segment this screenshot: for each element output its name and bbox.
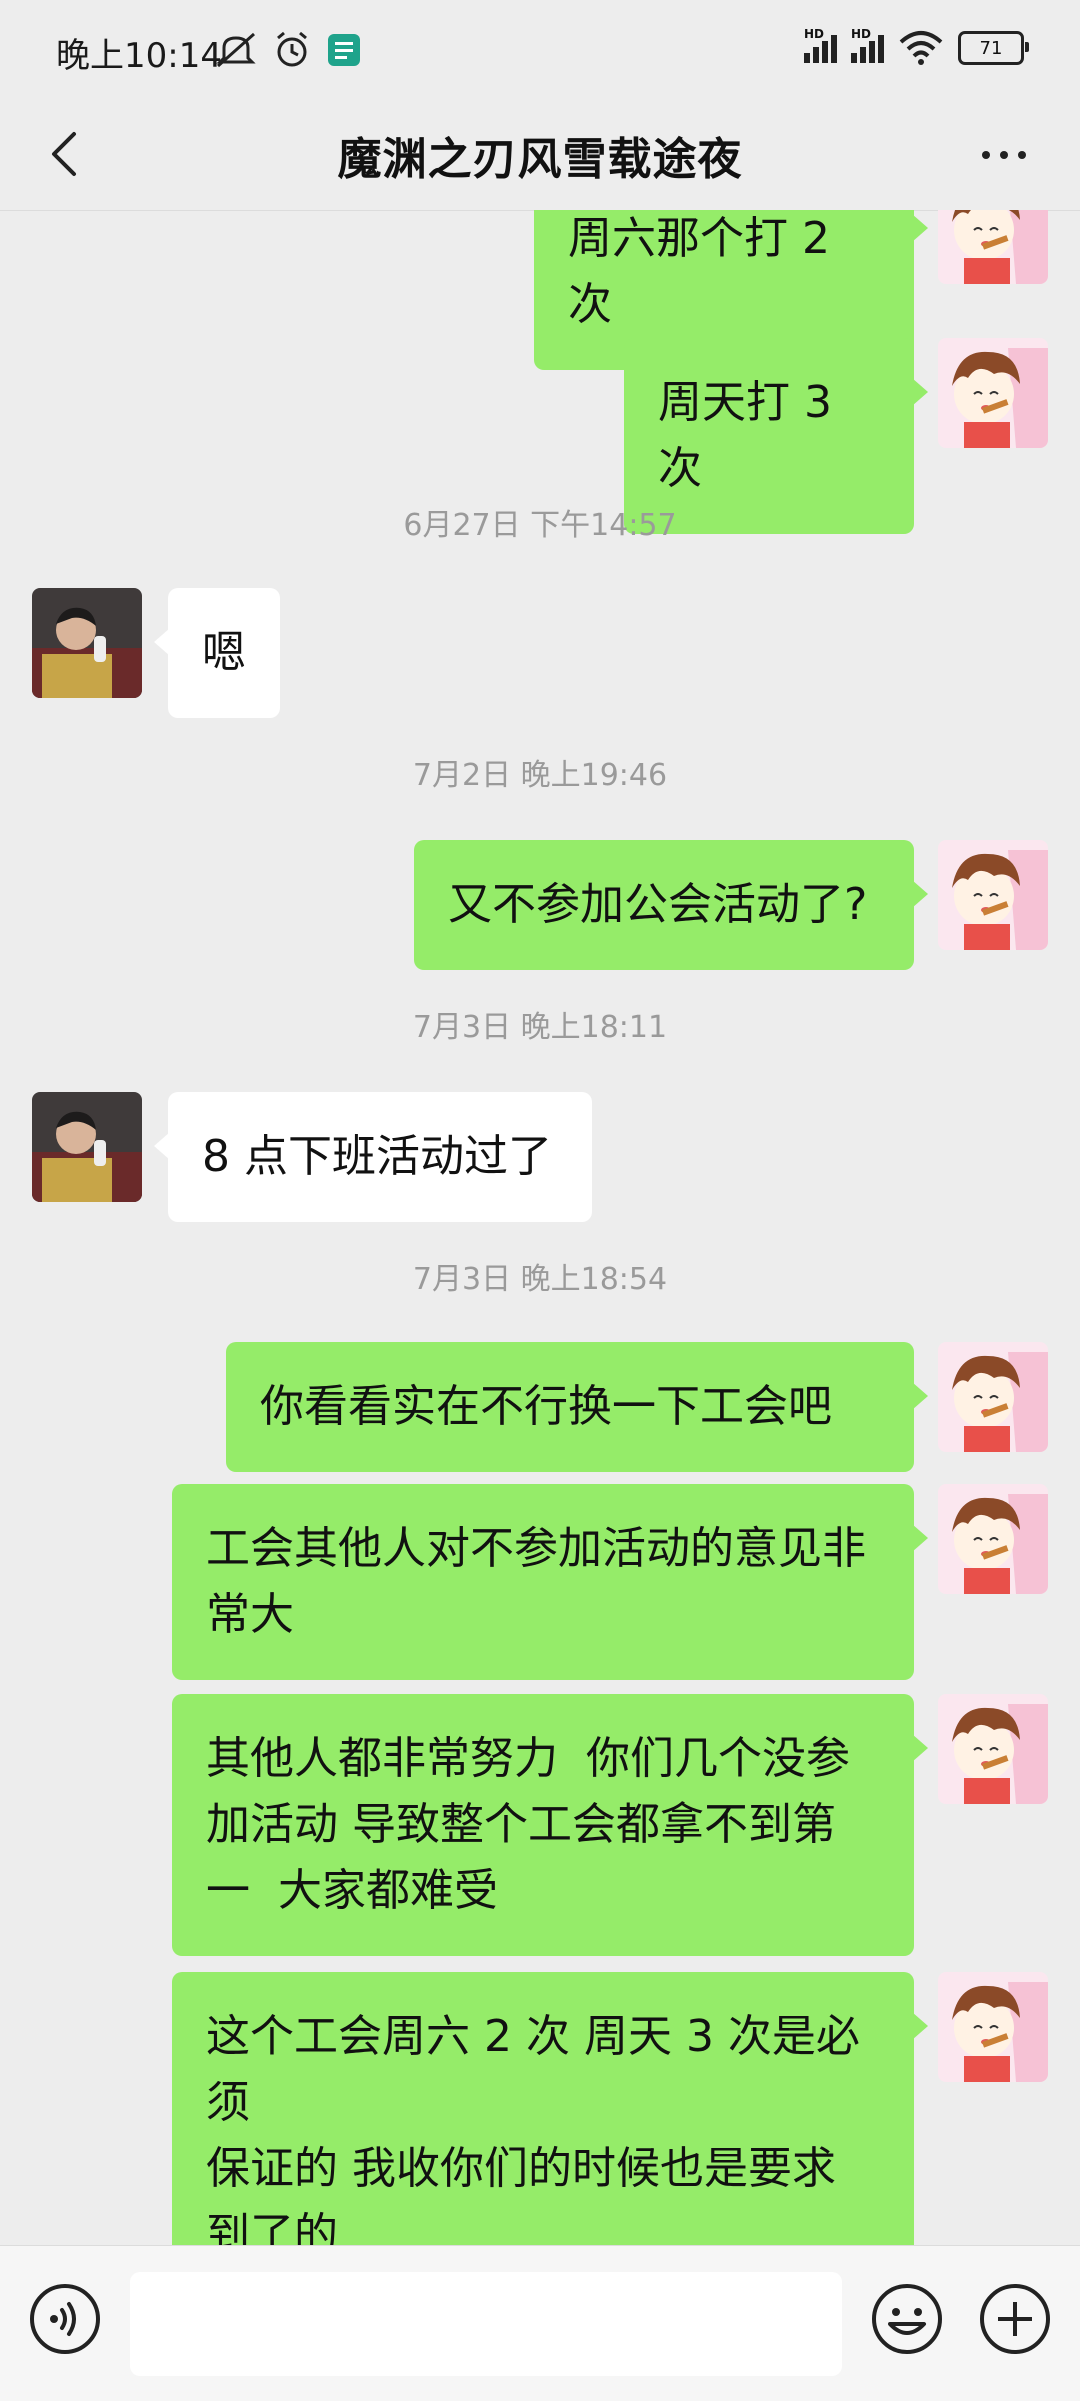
input-bar (0, 2245, 1080, 2401)
sent-message-bubble[interactable]: 工会其他人对不参加活动的意见非 常大 (172, 1484, 928, 1680)
sent-message-bubble[interactable]: 又不参加公会活动了? (414, 840, 928, 970)
app-notification-icon (328, 34, 360, 66)
contact-avatar[interactable] (32, 588, 142, 698)
message-timestamp: 7月3日 晚上18:11 (412, 1010, 668, 1045)
mute-icon (216, 32, 256, 68)
status-time: 晚上10:14 (56, 36, 222, 76)
battery-icon: 71 (958, 31, 1029, 65)
my-avatar[interactable] (938, 210, 1048, 284)
chat-header: 魔渊之刃风雪载途夜 (0, 100, 1080, 211)
more-functions-icon[interactable] (978, 2282, 1052, 2356)
alarm-icon (277, 31, 307, 67)
wifi-icon (899, 31, 943, 65)
my-avatar[interactable] (938, 1484, 1048, 1594)
emoji-icon[interactable] (870, 2282, 944, 2356)
chat-title: 魔渊之刃风雪载途夜 (337, 134, 743, 185)
more-options-icon[interactable] (964, 130, 1044, 180)
contact-avatar[interactable] (32, 1092, 142, 1202)
signal-1-icon: HD (804, 27, 837, 63)
battery-level: 71 (979, 37, 1003, 59)
received-message-bubble[interactable]: 嗯 (154, 588, 280, 718)
status-bar: 晚上10:14 HD HD 71 (0, 0, 1080, 100)
message-timestamp: 7月3日 晚上18:54 (412, 1262, 668, 1297)
sent-message-bubble[interactable]: 这个工会周六 2 次 周天 3 次是必须 保证的 我收你们的时候也是要求 到了的 (172, 1972, 928, 2245)
message-timestamp: 7月2日 晚上19:46 (412, 758, 668, 793)
status-left-icons (214, 30, 362, 70)
message-list[interactable]: 周六那个打 2 次周天打 3 次 6月27日 下午14:57 嗯 7月2日 晚上19:… (0, 210, 1080, 2245)
hd-label-2: HD (851, 27, 872, 41)
received-message-bubble[interactable]: 8 点下班活动过了 (154, 1092, 592, 1222)
my-avatar[interactable] (938, 1972, 1048, 2082)
my-avatar[interactable] (938, 840, 1048, 950)
signal-2-icon: HD (851, 27, 884, 63)
voice-input-icon[interactable] (28, 2282, 102, 2356)
my-avatar[interactable] (938, 338, 1048, 448)
sent-message-bubble[interactable]: 你看看实在不行换一下工会吧 (226, 1342, 928, 1472)
my-avatar[interactable] (938, 1342, 1048, 1452)
sent-message-bubble[interactable]: 其他人都非常努力 你们几个没参 加活动 导致整个工会都拿不到第 一 大家都难受 (172, 1694, 928, 1956)
status-right-icons: HD HD 71 (804, 27, 1029, 66)
my-avatar[interactable] (938, 1694, 1048, 1804)
message-input[interactable] (130, 2272, 842, 2376)
hd-label-1: HD (804, 27, 825, 41)
message-timestamp: 6月27日 下午14:57 (403, 508, 677, 543)
